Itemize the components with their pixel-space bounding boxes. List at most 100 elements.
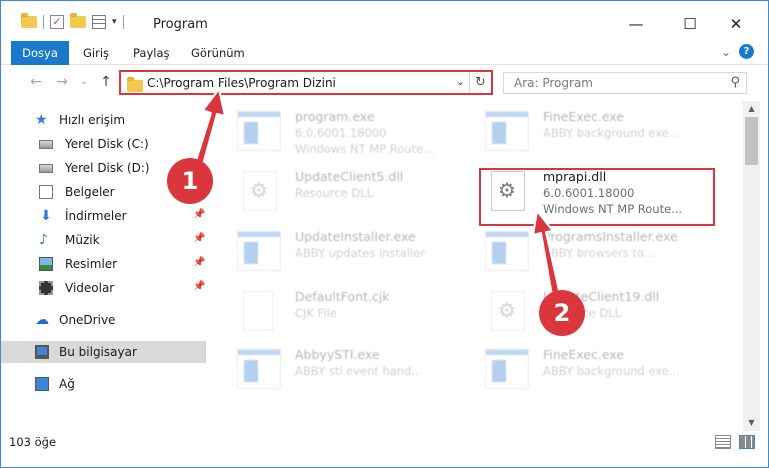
file-description: ABBY updates installer	[295, 246, 426, 260]
dll-file-icon	[491, 291, 525, 331]
search-placeholder[interactable]: Ara: Program	[514, 76, 593, 90]
file-item[interactable]: UpdateInstaller.exe ABBY updates installe…	[229, 223, 469, 279]
new-folder-icon[interactable]	[70, 13, 86, 28]
file-description: ABBY background exe...	[543, 364, 680, 378]
exe-file-icon	[485, 349, 529, 389]
exe-file-icon	[485, 231, 529, 271]
file-name: DefaultFont.cjk	[295, 289, 390, 304]
close-button[interactable]: ✕	[713, 9, 759, 39]
sidebar-item-quick-access[interactable]: ★ Hızlı erişim	[1, 109, 206, 131]
folder-icon	[127, 77, 143, 92]
dll-file-icon	[243, 171, 277, 211]
qat-dropdown-icon[interactable]: ▾	[112, 17, 117, 27]
toolbar-separator	[122, 15, 124, 29]
file-item[interactable]: FineExec.exe ABBY background exe...	[477, 103, 717, 159]
details-view-icon[interactable]	[715, 435, 731, 449]
ribbon-controls: ⌄ ?	[721, 44, 754, 59]
sidebar-item-label: Resimler	[65, 257, 118, 271]
file-item[interactable]: program.exe 6.0.6001.18000 Windows NT MP R…	[229, 103, 469, 159]
sidebar-item-pictures[interactable]: Resimler 📌	[1, 253, 206, 275]
address-dropdown-icon[interactable]: ⌄	[456, 75, 465, 88]
properties-list-icon[interactable]	[92, 15, 106, 29]
minimize-button[interactable]: —	[613, 9, 659, 39]
sidebar-item-local-disk-c[interactable]: Yerel Disk (C:)	[1, 133, 206, 155]
tab-file[interactable]: Dosya	[11, 41, 69, 65]
search-icon[interactable]: ⚲	[730, 75, 740, 90]
sidebar-item-onedrive[interactable]: ☁ OneDrive	[1, 309, 206, 331]
explorer-window: ✓ ▾ Program — ☐ ✕ Dosya Giriş Paylaş Gör…	[0, 0, 769, 468]
properties-check-icon[interactable]: ✓	[50, 15, 64, 29]
drive-icon	[39, 140, 53, 149]
expand-ribbon-icon[interactable]: ⌄	[721, 45, 731, 59]
cjk-file-icon	[243, 291, 273, 331]
network-icon	[35, 377, 49, 391]
navigation-pane: ★ Hızlı erişim Yerel Disk (C:) Yerel Dis…	[1, 101, 213, 431]
pin-icon[interactable]: 📌	[193, 281, 205, 292]
exe-file-icon	[237, 111, 281, 151]
tab-view[interactable]: Görünüm	[191, 42, 245, 65]
pin-icon[interactable]: 📌	[193, 257, 205, 268]
file-item[interactable]: DefaultFont.cjk CJK File	[229, 283, 469, 339]
file-description: ABBY browsers to...	[543, 246, 655, 260]
file-name: program.exe	[295, 109, 375, 124]
sidebar-item-label: Hızlı erişim	[59, 113, 126, 127]
pin-icon[interactable]: 📌	[193, 233, 205, 244]
sidebar-item-downloads[interactable]: ⬇ İndirmeler 📌	[1, 205, 206, 227]
sidebar-item-music[interactable]: ♪ Müzik 📌	[1, 229, 206, 251]
file-name: FineExec.exe	[543, 347, 624, 362]
vertical-scrollbar[interactable]: ▲ ▼	[743, 101, 760, 431]
sidebar-item-label: Ağ	[59, 377, 75, 391]
sidebar-item-label: OneDrive	[59, 313, 116, 327]
music-icon: ♪	[39, 232, 48, 248]
forward-button[interactable]: →	[53, 73, 71, 91]
help-icon[interactable]: ?	[739, 44, 754, 59]
file-item[interactable]: UpdateClient5.dll Resource DLL	[229, 163, 469, 219]
scroll-thumb[interactable]	[745, 117, 758, 165]
highlight-box-mprapi	[479, 168, 715, 226]
file-item[interactable]: AbbyySTI.exe ABBY sti event hand...	[229, 341, 469, 397]
scroll-up-icon[interactable]: ▲	[743, 101, 760, 117]
sidebar-item-label: Müzik	[65, 233, 100, 247]
sidebar-item-network[interactable]: Ağ	[1, 373, 206, 395]
navigation-bar: ← → ⌄ ↑ C:\Program Files\Program Dizini …	[1, 65, 768, 101]
address-path[interactable]: C:\Program Files\Program Dizini	[147, 76, 336, 90]
scroll-down-icon[interactable]: ▼	[743, 415, 760, 431]
sidebar-item-this-pc[interactable]: Bu bilgisayar	[1, 341, 206, 363]
refresh-button[interactable]: ↻	[469, 72, 491, 93]
document-icon	[39, 185, 53, 199]
exe-file-icon	[237, 231, 281, 271]
computer-icon	[35, 345, 49, 359]
pin-icon[interactable]: 📌	[193, 209, 205, 220]
cloud-icon: ☁	[35, 312, 49, 328]
address-bar[interactable]: C:\Program Files\Program Dizini ⌄ ↻	[119, 70, 493, 95]
sidebar-item-label: Yerel Disk (C:)	[65, 137, 149, 151]
large-icons-view-icon[interactable]	[739, 435, 755, 449]
sidebar-item-videos[interactable]: Videolar 📌	[1, 277, 206, 299]
search-box[interactable]: Ara: Program ⚲	[503, 72, 747, 94]
ribbon-tabs: Dosya Giriş Paylaş Görünüm ⌄ ?	[1, 39, 768, 65]
tab-share[interactable]: Paylaş	[133, 42, 170, 65]
folder-icon[interactable]	[21, 13, 37, 28]
item-count: 103 öğe	[9, 435, 57, 449]
status-bar: 103 öğe	[1, 431, 768, 455]
file-item[interactable]: FineExec.exe ABBY background exe...	[477, 341, 717, 397]
sidebar-item-label: Bu bilgisayar	[59, 345, 137, 359]
file-description: CJK File	[295, 306, 337, 320]
file-description: Windows NT MP Route...	[295, 142, 435, 156]
file-version: 6.0.6001.18000	[295, 126, 387, 140]
file-name: UpdateInstaller.exe	[295, 229, 416, 244]
title-bar: ✓ ▾ Program — ☐ ✕	[1, 1, 768, 39]
video-icon	[39, 281, 53, 295]
sidebar-item-label: İndirmeler	[65, 209, 127, 223]
exe-file-icon	[485, 111, 529, 151]
file-item[interactable]: UpdateClient19.dllResource DLL	[477, 283, 717, 339]
file-item[interactable]: ProgramsInstaller.exe ABBY browsers to...	[477, 223, 717, 279]
file-name: ProgramsInstaller.exe	[543, 229, 678, 244]
maximize-button[interactable]: ☐	[667, 9, 713, 39]
tab-home[interactable]: Giriş	[83, 42, 109, 65]
sidebar-item-label: Videolar	[65, 281, 115, 295]
up-button[interactable]: ↑	[97, 73, 115, 91]
back-button[interactable]: ←	[27, 73, 45, 91]
recent-locations-button[interactable]: ⌄	[75, 73, 93, 91]
exe-file-icon	[237, 349, 281, 389]
